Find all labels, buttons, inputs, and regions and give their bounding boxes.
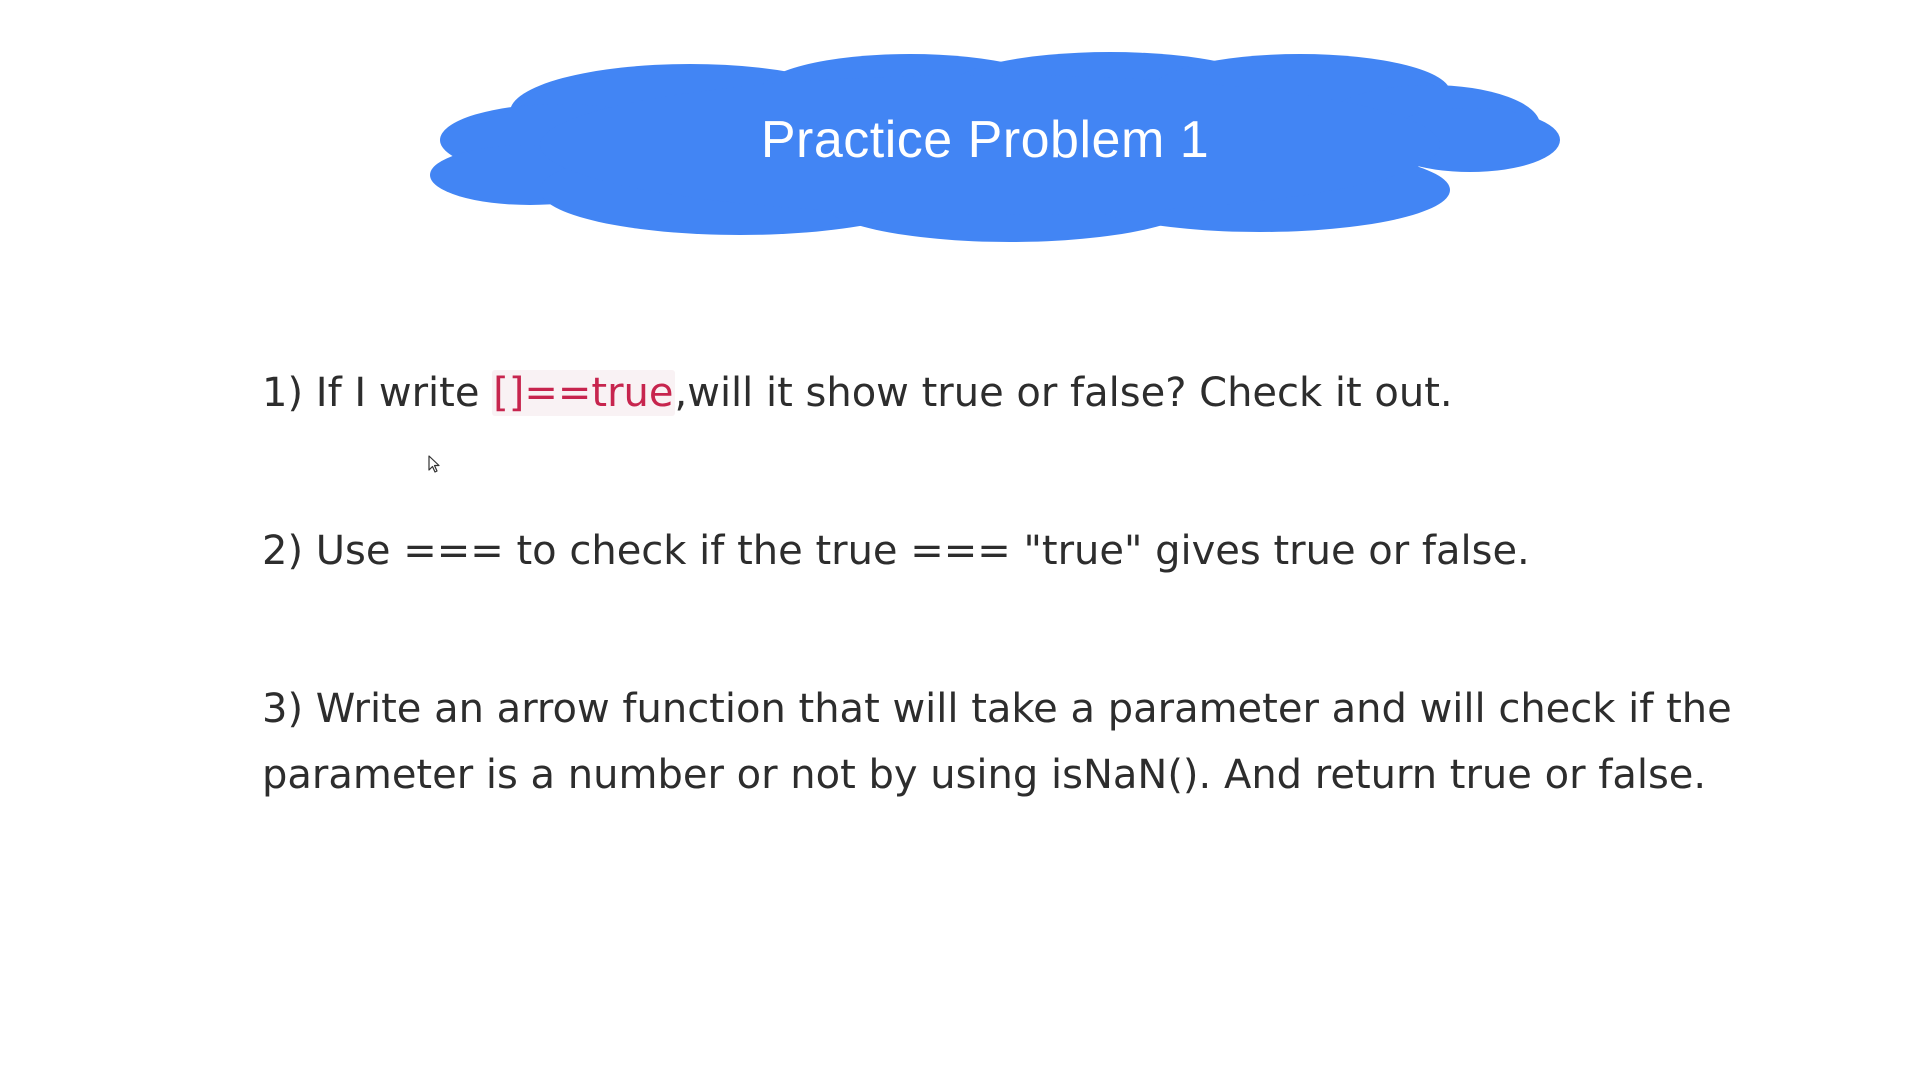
slide-title: Practice Problem 1 [760,111,1210,169]
problem-1-code: []==true [492,370,675,416]
problem-2-number: 2) [262,528,304,574]
problem-1-number: 1) [262,370,304,416]
problem-3-number: 3) [262,686,304,732]
problem-2: 2) Use === to check if the true === "tru… [262,518,1530,584]
slide: Practice Problem 1 1) If I write []==tru… [0,0,1914,1087]
mouse-pointer-icon [428,455,440,473]
title-cloud: Practice Problem 1 [410,30,1560,250]
problem-1: 1) If I write []==true,will it show true… [262,360,1453,426]
problem-1-text-after: ,will it show true or false? Check it ou… [674,370,1453,416]
problem-3: 3) Write an arrow function that will tak… [262,676,1782,808]
problem-3-text: Write an arrow function that will take a… [262,686,1732,798]
problem-2-text: Use === to check if the true === "true" … [315,528,1530,574]
problem-1-text-before: If I write [315,370,493,416]
